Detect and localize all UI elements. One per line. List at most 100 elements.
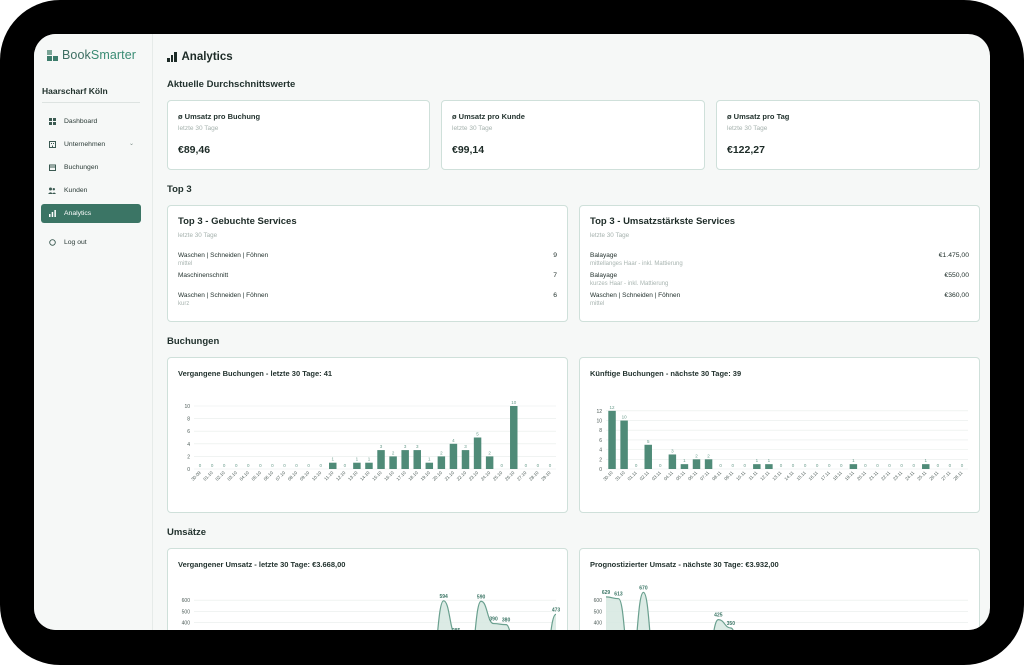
sidebar-item-buchungen[interactable]: Buchungen <box>41 158 141 177</box>
x-tick-label: 03.10 <box>226 470 238 482</box>
data-label: 0 <box>949 463 952 468</box>
bar <box>425 462 434 469</box>
x-tick-label: 17.11 <box>820 470 832 482</box>
card-title: Top 3 - Gebuchte Services <box>178 216 297 227</box>
data-label: 425 <box>714 613 723 619</box>
sidebar-item-dashboard[interactable]: Dashboard <box>41 112 141 131</box>
service-variant: mittel <box>590 301 605 307</box>
data-label: 3 <box>464 444 467 449</box>
x-tick-label: 17.10 <box>395 470 407 482</box>
bar <box>692 459 701 469</box>
sidebar-item-label: Log out <box>64 239 87 246</box>
card-subtitle: letzte 30 Tage <box>590 232 630 239</box>
data-label: 12 <box>610 405 616 410</box>
bar <box>608 410 616 469</box>
x-tick-label: 30.10 <box>602 470 614 482</box>
bar <box>485 456 494 469</box>
x-tick-label: 10.10 <box>311 470 323 482</box>
data-label: 0 <box>659 463 662 468</box>
data-label: 1 <box>768 458 771 463</box>
top3-list: Balayage mittellanges Haar - inkl. Matti… <box>590 252 969 312</box>
company-name: Haarscharf Köln <box>42 86 108 96</box>
bar <box>329 462 337 469</box>
data-label: 1 <box>756 458 759 463</box>
x-tick-label: 21.10 <box>444 470 456 482</box>
top3-revenue-card: Top 3 - Umsatzstärkste Services letzte 3… <box>579 205 980 322</box>
sidebar-item-label: Kunden <box>64 187 88 194</box>
logout-icon <box>48 239 56 247</box>
x-tick-label: 12.10 <box>335 470 347 482</box>
data-label: 0 <box>500 463 503 468</box>
data-label: 0 <box>900 463 903 468</box>
kpi-value: €89,46 <box>178 144 211 156</box>
logo-text-part2: Smarter <box>90 48 137 62</box>
y-tick-label: 0 <box>187 467 190 473</box>
service-variant: mittel <box>178 261 193 267</box>
x-tick-label: 21.11 <box>868 470 880 482</box>
data-label: 3 <box>404 444 407 449</box>
y-tick-label: 0 <box>599 467 602 473</box>
kpi-subtitle: letzte 30 Tage <box>452 125 493 132</box>
sidebar-item-label: Unternehmen <box>64 141 106 148</box>
data-label: 1 <box>683 458 686 463</box>
x-tick-label: 18.10 <box>407 470 419 482</box>
data-label: 0 <box>816 463 819 468</box>
x-tick-label: 16.11 <box>808 470 820 482</box>
chevron-down-icon[interactable]: ⌄ <box>129 140 134 147</box>
data-label: 4 <box>452 438 455 443</box>
future-revenue-chart-card: Prognostizierter Umsatz - nächste 30 Tag… <box>579 548 980 630</box>
kpi-card-per-day: ø Umsatz pro Tag letzte 30 Tage €122,27 <box>716 100 980 170</box>
x-tick-label: 06.11 <box>687 470 699 482</box>
bar <box>765 464 773 469</box>
x-tick-label: 14.10 <box>359 470 371 482</box>
data-label: 1 <box>428 457 431 462</box>
bar <box>620 420 628 469</box>
logo[interactable]: BookSmarter <box>47 48 136 62</box>
data-label: 1 <box>925 458 928 463</box>
bar <box>365 462 373 469</box>
sidebar-item-analytics[interactable]: Analytics <box>41 204 141 223</box>
section-heading-top3: Top 3 <box>167 184 192 195</box>
x-tick-label: 23.10 <box>468 470 480 482</box>
x-tick-label: 24.10 <box>480 470 492 482</box>
data-label: 0 <box>744 463 747 468</box>
x-tick-label: 04.10 <box>239 470 251 482</box>
data-label: 2 <box>488 450 491 455</box>
data-label: 2 <box>707 453 710 458</box>
x-tick-label: 07.10 <box>275 470 287 482</box>
list-item: Balayage mittellanges Haar - inkl. Matti… <box>590 252 969 272</box>
x-tick-label: 15.11 <box>796 470 808 482</box>
data-label: 0 <box>211 463 214 468</box>
grid-icon <box>48 118 56 126</box>
data-label: 629 <box>602 590 611 596</box>
y-tick-label: 400 <box>182 620 191 626</box>
data-label: 2 <box>695 453 698 458</box>
data-label: 0 <box>961 463 964 468</box>
y-tick-label: 8 <box>187 417 190 423</box>
kpi-subtitle: letzte 30 Tage <box>178 125 219 132</box>
card-title: Top 3 - Umsatzstärkste Services <box>590 216 736 227</box>
data-label: 10 <box>622 415 628 420</box>
x-tick-label: 07.11 <box>699 470 711 482</box>
page-title: Analytics <box>167 51 233 63</box>
service-name: Waschen | Schneiden | Föhnen <box>178 252 269 259</box>
sidebar-item-kunden[interactable]: Kunden <box>41 181 141 200</box>
sidebar-item-unternehmen[interactable]: Unternehmen ⌄ <box>41 135 141 154</box>
list-item: Waschen | Schneiden | Föhnen mittel 9 <box>178 252 557 272</box>
y-tick-label: 6 <box>599 438 602 444</box>
y-tick-label: 2 <box>599 457 602 463</box>
section-heading-averages: Aktuelle Durchschnittswerte <box>167 79 296 90</box>
future-revenue-chart: 400 500 600 629 613 670 425 350 <box>594 585 968 630</box>
list-item: Balayage kurzes Haar - inkl. Mattierung … <box>590 272 969 292</box>
data-label: 0 <box>223 463 226 468</box>
x-tick-label: 02.10 <box>214 470 226 482</box>
x-tick-label: 15.10 <box>371 470 383 482</box>
sidebar-item-logout[interactable]: Log out <box>41 233 141 252</box>
x-tick-label: 14.11 <box>783 470 795 482</box>
data-label: 5 <box>476 432 479 437</box>
data-label: 0 <box>804 463 807 468</box>
calendar-icon <box>48 164 56 172</box>
section-heading-bookings: Buchungen <box>167 336 220 347</box>
service-name: Waschen | Schneiden | Föhnen <box>178 292 269 299</box>
analytics-icon <box>167 52 177 62</box>
